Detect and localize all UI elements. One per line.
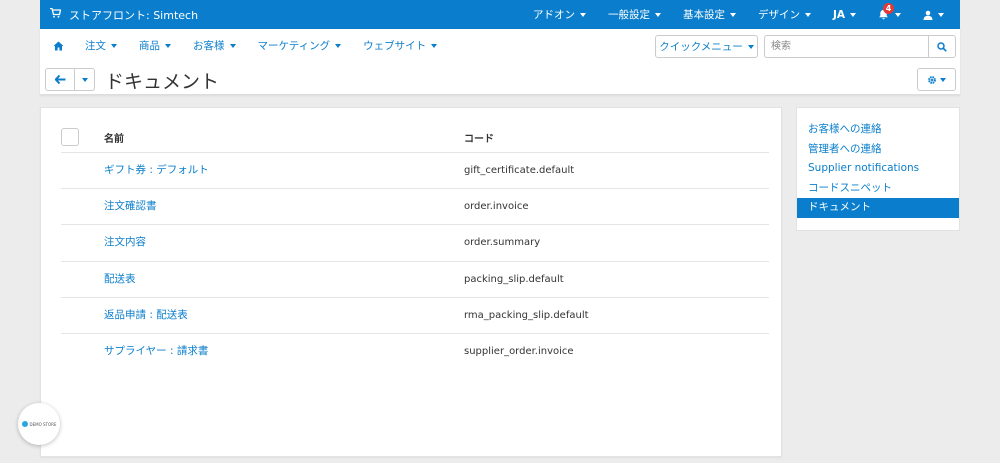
nav-orders[interactable]: 注文 [74,38,128,53]
back-button-group [45,68,95,91]
menu-general-settings-label: 一般設定 [607,9,650,21]
table-row: 配送表 packing_slip.default [61,260,769,297]
chevron-down-icon [335,44,342,48]
document-name-link[interactable]: 注文確認書 [104,189,157,224]
document-name-link[interactable]: 返品申請 : 配送表 [104,298,188,333]
chevron-down-icon [729,12,736,17]
sidebar-item-customer-notifications[interactable]: お客様への連絡 [797,120,959,140]
chevron-down-icon [654,12,661,17]
menu-basic-settings-label: 基本設定 [682,9,725,21]
nav-products-label: 商品 [139,40,160,52]
cart-icon [50,7,62,21]
chevron-down-icon [431,44,438,48]
page-title: ドキュメント [105,71,220,93]
sidebar-item-code-snippets[interactable]: コードスニペット [797,179,959,199]
demo-logo-icon [21,421,28,427]
storefront-link[interactable]: ストアフロント: Simtech [40,7,198,23]
quick-menu-button[interactable]: クイックメニュー [655,35,758,58]
chevron-down-icon [804,12,811,17]
document-code: packing_slip.default [464,273,564,285]
sidebar-navigation: お客様への連絡 管理者への連絡 Supplier notifications コ… [796,107,960,231]
menu-design[interactable]: デザイン [747,0,822,29]
sidebar-item-admin-notifications[interactable]: 管理者への連絡 [797,140,959,160]
demo-store-badge[interactable]: DEMO STORE [18,403,60,445]
chevron-down-icon [747,44,754,49]
column-header-code[interactable]: コード [464,130,494,145]
notifications-button[interactable]: 4 [867,0,912,29]
table-row: ギフト券 : デフォルト gift_certificate.default [61,152,769,188]
search-icon [937,41,947,52]
user-menu-button[interactable] [912,0,960,29]
search-input[interactable] [764,35,929,58]
table-row: 注文内容 order.summary [61,224,769,260]
chevron-down-icon [938,12,944,17]
sidebar-item-documents[interactable]: ドキュメント [797,198,959,218]
nav-marketing[interactable]: マーケティング [247,38,353,53]
chevron-down-icon [111,44,117,48]
chevron-down-icon [895,12,901,17]
sidebar-item-supplier-notifications[interactable]: Supplier notifications [797,159,959,179]
chevron-down-icon [81,77,88,82]
chevron-down-icon [229,44,236,48]
quick-menu-label: クイックメニュー [659,41,743,53]
main-navigation: 注文 商品 お客様 マーケティング ウェブサイト クイックメニュー ドキュメント [40,29,960,95]
settings-dropdown-button[interactable] [917,68,956,91]
nav-marketing-label: マーケティング [257,40,331,52]
document-name-link[interactable]: 配送表 [104,262,136,297]
menu-language-label: JA [832,8,845,21]
document-name-link[interactable]: サプライヤー : 請求書 [104,334,208,369]
notification-count-badge: 4 [883,2,894,14]
table-row: 注文確認書 order.invoice [61,188,769,224]
back-history-dropdown[interactable] [75,68,95,91]
demo-store-label: DEMO STORE [29,421,57,427]
table-row: サプライヤー : 請求書 supplier_order.invoice [61,332,769,369]
menu-basic-settings[interactable]: 基本設定 [672,0,747,29]
menu-language[interactable]: JA [822,0,867,29]
chevron-down-icon [579,12,586,17]
documents-table-panel: 名前 コード ギフト券 : デフォルト gift_certificate.defa… [40,107,782,457]
nav-website-label: ウェブサイト [363,40,427,52]
documents-table-body: ギフト券 : デフォルト gift_certificate.default 注文確… [61,152,769,369]
document-name-link[interactable]: ギフト券 : デフォルト [104,153,209,188]
home-link[interactable] [42,41,74,51]
menu-addons[interactable]: アドオン [522,0,597,29]
user-icon [923,10,933,20]
document-name-link[interactable]: 注文内容 [104,225,146,260]
document-code: order.summary [464,237,541,249]
document-code: gift_certificate.default [464,165,575,176]
chevron-down-icon [850,12,856,17]
gear-icon [928,75,936,84]
storefront-label: ストアフロント: Simtech [69,8,199,22]
document-code: order.invoice [464,201,529,213]
home-icon [53,41,63,50]
arrow-left-icon [54,75,65,84]
menu-addons-label: アドオン [532,9,575,21]
table-row: 返品申請 : 配送表 rma_packing_slip.default [61,296,769,333]
document-code: rma_packing_slip.default [464,309,589,321]
back-button[interactable] [45,68,75,91]
nav-website[interactable]: ウェブサイト [352,38,448,53]
menu-design-label: デザイン [757,9,800,21]
chevron-down-icon [165,44,171,48]
column-header-name[interactable]: 名前 [104,130,124,145]
nav-products[interactable]: 商品 [128,38,182,53]
search-button[interactable] [928,35,956,58]
chevron-down-icon [940,77,946,82]
select-all-checkbox[interactable] [61,128,79,146]
nav-customers[interactable]: お客様 [182,38,247,53]
document-code: supplier_order.invoice [464,345,574,357]
nav-customers-label: お客様 [193,40,225,52]
nav-orders-label: 注文 [85,40,106,52]
menu-general-settings[interactable]: 一般設定 [597,0,672,29]
top-bar: ストアフロント: Simtech アドオン 一般設定 基本設定 デザイン JA … [40,0,960,29]
